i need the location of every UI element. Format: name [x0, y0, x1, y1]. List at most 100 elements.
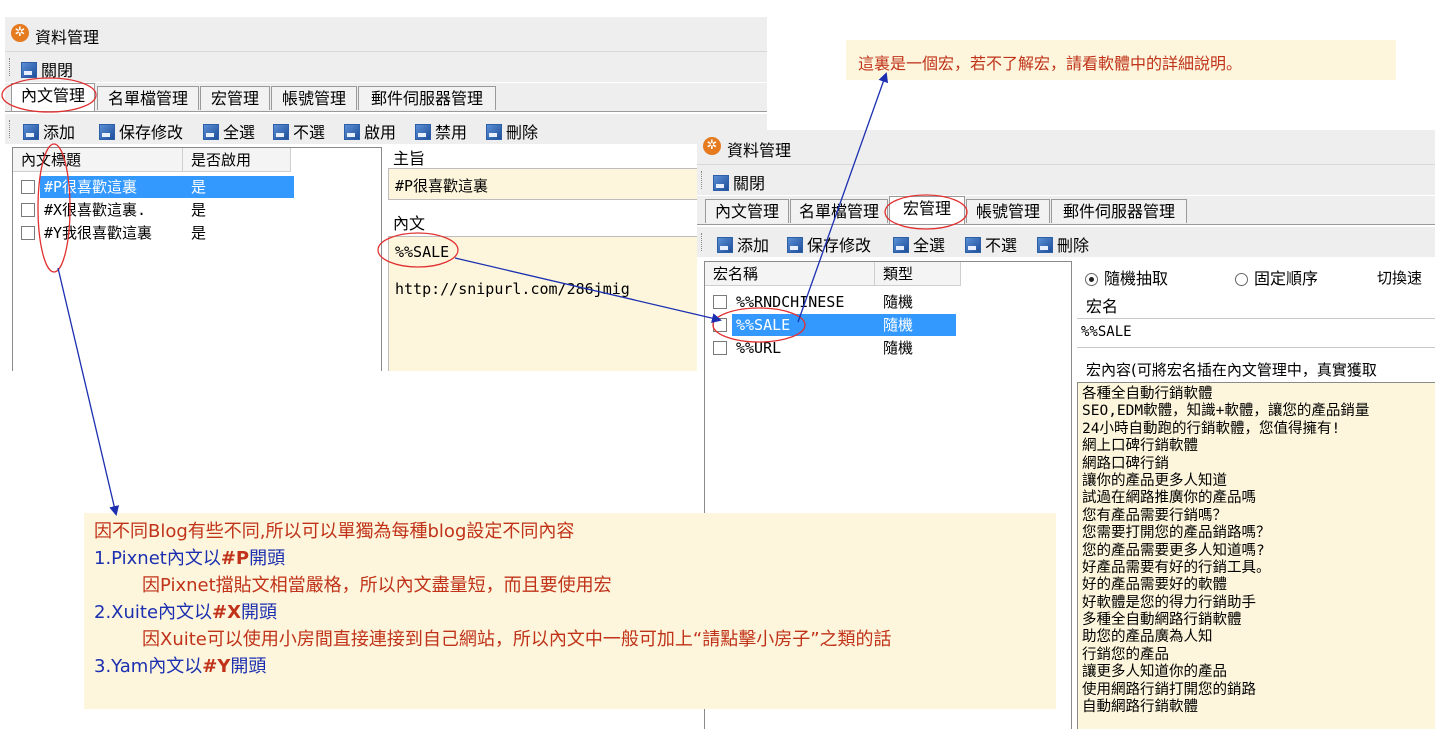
- macro-content-line: 好產品需要有好的行銷工具。: [1082, 559, 1271, 576]
- select-none-button[interactable]: 不選: [965, 232, 1017, 256]
- save-label: 保存修改: [119, 123, 184, 142]
- right-close-button[interactable]: 關閉: [713, 170, 765, 194]
- list-item[interactable]: #Y我很喜歡這裏 是: [13, 222, 381, 244]
- row-type: 隨機: [883, 339, 914, 357]
- bottom-callout: 因不同Blog有些不同,所以可以單獨為每種blog設定不同內容 1.Pixnet…: [84, 513, 1056, 709]
- row-enabled: 是: [191, 201, 207, 219]
- top-callout: 這裏是一個宏，若不了解宏，請看軟體中的詳細說明。: [846, 40, 1396, 80]
- disable-button[interactable]: 禁用: [415, 119, 467, 143]
- save-button[interactable]: 保存修改: [787, 232, 871, 256]
- radio-fixed[interactable]: [1235, 273, 1248, 286]
- app-gear-icon: ✲: [11, 24, 29, 42]
- macro-content-field[interactable]: 各種全自動行銷軟體 SEO,EDM軟體，知識+軟體，讓您的產品銷量 24小時自動跑的…: [1077, 382, 1435, 729]
- right-tab-bar: 內文管理 名單檔管理 宏管理 帳號管理 郵件伺服器管理: [697, 196, 1435, 225]
- col-header-title[interactable]: 內文標題: [13, 148, 183, 172]
- macro-content-line: 各種全自動行銷軟體: [1082, 386, 1213, 402]
- tab-macro-management[interactable]: 宏管理: [200, 86, 270, 110]
- col-header-macro-name[interactable]: 宏名稱: [705, 262, 875, 286]
- add-icon: [717, 237, 733, 253]
- tab-account-management[interactable]: 帳號管理: [271, 86, 357, 110]
- row-macro-name: %%SALE: [732, 314, 956, 336]
- select-none-button[interactable]: 不選: [273, 119, 325, 143]
- macro-content-line: 您的產品需要更多人知道嗎?: [1082, 542, 1265, 559]
- add-button[interactable]: 添加: [23, 119, 75, 143]
- save-label: 保存修改: [807, 236, 872, 255]
- content-line-2: http://snipurl.com/286jmig: [395, 280, 630, 298]
- macro-content-line: 使用網路行銷打開您的銷路: [1082, 681, 1256, 698]
- tab-mail-server-management[interactable]: 郵件伺服器管理: [1051, 199, 1187, 223]
- left-window-title: 資料管理: [35, 28, 100, 47]
- add-label: 添加: [43, 123, 76, 142]
- save-button[interactable]: 保存修改: [99, 119, 183, 143]
- macro-content-line: SEO,EDM軟體，知識+軟體，讓您的產品銷量: [1082, 403, 1370, 420]
- select-all-icon: [893, 237, 909, 253]
- add-label: 添加: [737, 236, 770, 255]
- select-all-label: 全選: [223, 123, 256, 142]
- col-header-enabled[interactable]: 是否啟用: [183, 148, 291, 172]
- select-none-icon: [273, 124, 289, 140]
- delete-button[interactable]: 刪除: [1037, 232, 1089, 256]
- switch-speed-label: 切換速: [1377, 269, 1423, 287]
- left-close-label: 關閉: [41, 61, 74, 80]
- left-titlebar: ✲ 資料管理: [5, 17, 767, 52]
- tab-list-management[interactable]: 名單檔管理: [97, 86, 199, 110]
- row-type: 隨機: [883, 314, 914, 336]
- row-checkbox[interactable]: [21, 180, 35, 194]
- callout-line-3: 因Pixnet擋貼文相當嚴格，所以內文盡量短，而且要使用宏: [142, 575, 612, 596]
- tab-content-management[interactable]: 內文管理: [705, 199, 789, 223]
- delete-icon: [1037, 237, 1053, 253]
- list-item[interactable]: %%SALE 隨機: [705, 314, 1071, 336]
- callout-line-4-a: 2.Xuite內文以: [94, 602, 213, 623]
- subject-value: #P很喜歡這裏: [395, 177, 489, 195]
- radio-random[interactable]: [1085, 273, 1098, 286]
- macro-name-value: %%SALE: [1081, 324, 1132, 340]
- radio-fixed-label: 固定順序: [1254, 269, 1319, 288]
- tab-account-management[interactable]: 帳號管理: [966, 199, 1050, 223]
- add-icon: [23, 124, 39, 140]
- select-none-label: 不選: [293, 123, 326, 142]
- list-item[interactable]: #X很喜歡這裏. 是: [13, 199, 381, 221]
- left-window: ✲ 資料管理 關閉 內文管理 名單檔管理 宏管理 帳號管理 郵件伺服器管理 添加…: [5, 17, 767, 371]
- row-title: #X很喜歡這裏.: [44, 201, 147, 219]
- macro-content-line: 24小時自動跑的行銷軟體，您值得擁有!: [1082, 420, 1341, 437]
- delete-label: 刪除: [1057, 236, 1090, 255]
- select-all-button[interactable]: 全選: [203, 119, 255, 143]
- callout-line-4-b: #X: [212, 602, 242, 623]
- row-checkbox[interactable]: [21, 203, 35, 217]
- save-icon: [787, 237, 803, 253]
- list-item[interactable]: #P很喜歡這裏 是: [13, 176, 381, 198]
- tab-mail-server-management[interactable]: 郵件伺服器管理: [358, 86, 496, 110]
- macro-content-line: 助您的產品廣為人知: [1082, 629, 1213, 646]
- macro-content-line: 好軟體是您的得力行銷助手: [1082, 594, 1256, 611]
- right-close-label: 關閉: [733, 174, 766, 193]
- delete-button[interactable]: 刪除: [486, 119, 538, 143]
- tab-macro-management[interactable]: 宏管理: [889, 196, 965, 224]
- radio-fixed-option[interactable]: 固定順序: [1235, 265, 1318, 289]
- close-image-icon: [21, 62, 37, 78]
- row-enabled: 是: [191, 224, 207, 242]
- col-header-type[interactable]: 類型: [875, 262, 961, 286]
- row-checkbox[interactable]: [21, 226, 35, 240]
- add-button[interactable]: 添加: [717, 232, 769, 256]
- disable-label: 禁用: [435, 123, 468, 142]
- select-all-button[interactable]: 全選: [893, 232, 945, 256]
- left-close-button[interactable]: 關閉: [21, 57, 73, 81]
- radio-random-option[interactable]: 隨機抽取: [1085, 265, 1168, 289]
- row-macro-name: %%RNDCHINESE: [736, 293, 845, 311]
- tab-content-management[interactable]: 內文管理: [11, 83, 95, 111]
- macro-content-line: 您需要打開您的產品銷路嗎？: [1082, 525, 1271, 542]
- row-checkbox[interactable]: [713, 341, 727, 355]
- row-type: 隨機: [883, 293, 914, 311]
- macro-name-field[interactable]: %%SALE: [1077, 318, 1435, 348]
- tab-list-management[interactable]: 名單檔管理: [790, 199, 888, 223]
- row-macro-name: %%URL: [736, 339, 782, 357]
- enable-button[interactable]: 啟用: [344, 119, 396, 143]
- macro-content-line: 自動網路行銷軟體: [1082, 699, 1198, 716]
- delete-icon: [486, 124, 502, 140]
- row-checkbox[interactable]: [713, 318, 727, 332]
- list-item[interactable]: %%URL 隨機: [705, 337, 1071, 359]
- row-checkbox[interactable]: [713, 295, 727, 309]
- list-item[interactable]: %%RNDCHINESE 隨機: [705, 291, 1071, 313]
- row-title: #P很喜歡這裏: [40, 176, 294, 198]
- content-list[interactable]: 內文標題 是否啟用 #P很喜歡這裏 是 #X很喜歡這裏. 是 #Y我很喜歡這裏 …: [12, 147, 382, 371]
